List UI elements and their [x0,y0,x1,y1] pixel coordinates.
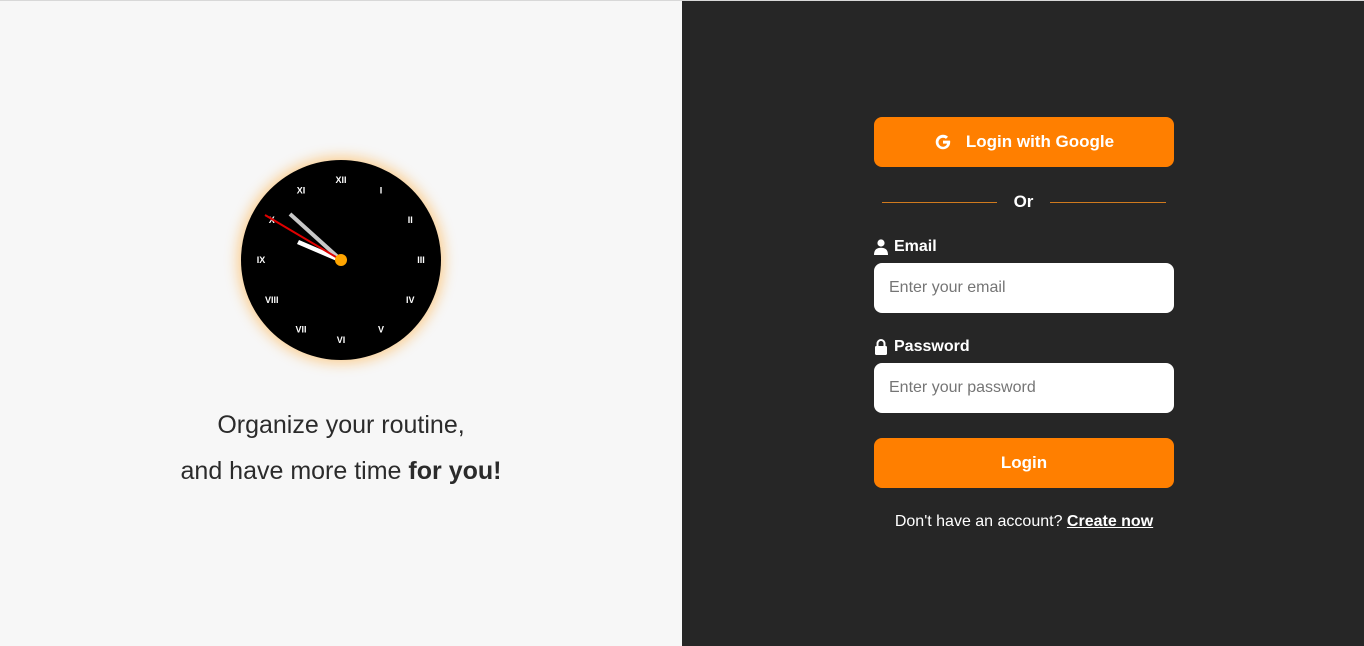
password-label: Password [874,338,970,356]
tagline-emphasis: for you! [408,457,502,485]
login-with-google-label: Login with Google [965,132,1115,151]
email-label-text: Email [894,238,937,255]
left-panel: XIIIIIIIIIVVVIVIIVIIIIXXXI Organize your… [0,1,682,646]
email-field[interactable] [874,263,1174,313]
password-label-text: Password [894,338,970,355]
divider-line-right [1050,202,1166,203]
login-button[interactable]: Login [874,438,1174,488]
tagline-line-2: and have more time for you! [0,457,682,486]
login-button-label: Login [1000,453,1048,472]
clock-numeral: V [378,324,384,334]
clock-face: XIIIIIIIIIVVVIVIIVIIIIXXXI [257,175,425,345]
divider-line-left [882,202,997,203]
analog-clock: XIIIIIIIIIVVVIVIIVIIIIXXXI [241,160,441,360]
clock-numeral: VII [295,324,306,334]
signup-prompt: Don't have an account? Create now [874,513,1174,531]
clock-minute-hand [288,212,343,262]
clock-numeral: XI [297,186,306,196]
login-panel: Login with Google Or Email Password Logi… [682,1,1364,646]
tagline-line-2-prefix: and have more time [180,457,409,485]
or-divider: Or [882,191,1166,213]
email-label: Email [874,238,937,256]
tagline-line-1: Organize your routine, [217,411,465,439]
clock-numeral: III [417,255,425,265]
clock-hour-hand [297,240,341,262]
clock-numeral: XII [335,175,346,185]
clock-center-dot [335,254,347,266]
user-icon [874,239,888,255]
signup-prompt-text: Don't have an account? [894,513,1067,530]
clock-numeral: IX [257,255,266,265]
lock-icon [875,339,887,355]
clock-numeral: VI [337,335,346,345]
login-with-google-button[interactable]: Login with Google [874,117,1174,167]
clock-numeral: II [408,215,413,225]
create-account-link[interactable]: Create now [1067,513,1153,530]
google-g-icon [935,134,951,150]
clock-numeral: I [380,186,383,196]
password-field[interactable] [874,363,1174,413]
clock-numeral: VIII [265,295,279,305]
clock-second-hand [264,214,342,261]
or-text: Or [1013,192,1034,211]
clock-numeral: IV [406,295,415,305]
